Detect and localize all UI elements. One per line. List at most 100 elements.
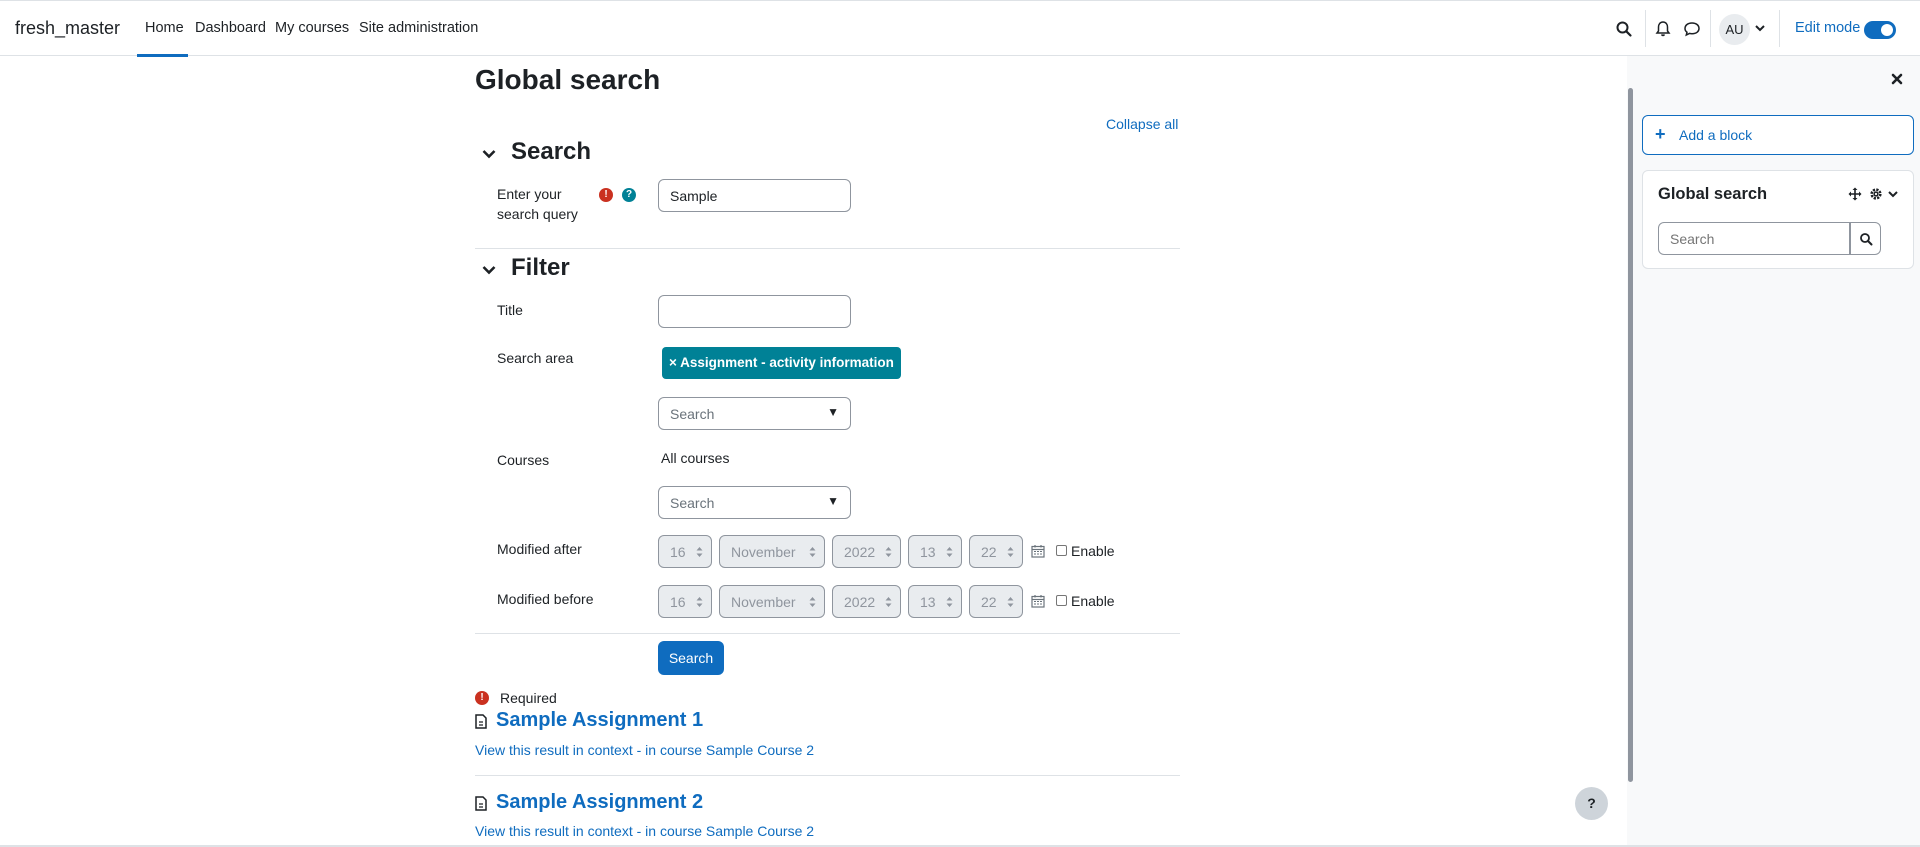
calendar-icon[interactable] xyxy=(1031,544,1045,558)
updown-icon xyxy=(1007,547,1014,557)
modified-before-label: Modified before xyxy=(497,591,594,607)
nav-active-indicator xyxy=(137,54,188,57)
search-icon[interactable] xyxy=(1614,19,1634,39)
result-meta: View this result in context - in course … xyxy=(475,742,814,758)
search-section-title: Search xyxy=(511,138,592,165)
hour-value: 13 xyxy=(920,544,936,560)
help-button[interactable]: ? xyxy=(1575,787,1608,820)
modified-after-minute[interactable]: 22 xyxy=(969,535,1023,568)
search-query-label: Enter your search query xyxy=(497,186,578,222)
enable-label: Enable xyxy=(1071,543,1115,559)
site-brand[interactable]: fresh_master xyxy=(15,18,120,39)
search-area-select[interactable]: Search ▼ xyxy=(658,397,851,430)
required-icon: ! xyxy=(475,691,489,705)
search-query-input[interactable] xyxy=(658,179,851,212)
search-area-placeholder: Search xyxy=(670,406,715,422)
nav-site-administration[interactable]: Site administration xyxy=(359,20,478,36)
global-search-block: Global search xyxy=(1642,170,1914,269)
block-title: Global search xyxy=(1658,185,1768,203)
enable-checkbox[interactable] xyxy=(1056,545,1067,556)
updown-icon xyxy=(1007,597,1014,607)
calendar-icon[interactable] xyxy=(1031,594,1045,608)
separator: - xyxy=(632,823,646,839)
divider xyxy=(475,248,1180,249)
user-avatar[interactable]: AU xyxy=(1719,14,1750,45)
page-title: Global search xyxy=(475,64,661,95)
courses-select[interactable]: Search ▼ xyxy=(658,486,851,519)
document-icon xyxy=(475,796,487,811)
top-navbar: fresh_master Home Dashboard My courses S… xyxy=(0,0,1920,57)
collapse-all-link[interactable]: Collapse all xyxy=(1106,116,1178,132)
plus-icon: + xyxy=(1655,124,1666,144)
result-title[interactable]: Sample Assignment 1 xyxy=(496,709,703,732)
search-area-label: Search area xyxy=(497,350,574,366)
year-value: 2022 xyxy=(844,544,876,560)
title-filter-label: Title xyxy=(497,302,523,318)
updown-icon xyxy=(696,547,703,557)
scrollbar[interactable] xyxy=(1628,88,1633,782)
search-submit-button[interactable]: Search xyxy=(658,641,724,675)
search-icon xyxy=(1860,233,1873,246)
dropdown-arrow-icon: ▼ xyxy=(827,405,839,419)
courses-value: All courses xyxy=(661,450,730,466)
chat-icon[interactable] xyxy=(1682,19,1702,39)
bell-icon[interactable] xyxy=(1653,19,1673,39)
minute-value: 22 xyxy=(981,594,997,610)
gear-icon[interactable] xyxy=(1869,187,1883,201)
chevron-down-icon[interactable] xyxy=(1888,189,1898,199)
close-icon[interactable] xyxy=(1890,72,1904,86)
enable-checkbox[interactable] xyxy=(1056,595,1067,606)
course-link[interactable]: in course Sample Course 2 xyxy=(645,823,814,839)
modified-before-hour[interactable]: 13 xyxy=(908,585,962,618)
nav-divider xyxy=(1645,10,1646,47)
edit-mode-label: Edit mode xyxy=(1795,20,1861,36)
updown-icon xyxy=(885,547,892,557)
chevron-down-icon[interactable] xyxy=(1755,23,1765,33)
updown-icon xyxy=(809,597,816,607)
filter-section-title: Filter xyxy=(511,254,570,281)
search-area-tag[interactable]: × Assignment - activity information xyxy=(662,347,901,379)
modified-after-day[interactable]: 16 xyxy=(658,535,712,568)
nav-divider xyxy=(1710,10,1711,47)
result-title[interactable]: Sample Assignment 2 xyxy=(496,791,703,814)
block-search-input[interactable] xyxy=(1658,222,1850,255)
separator: - xyxy=(632,742,646,758)
modified-before-month[interactable]: November xyxy=(719,585,825,618)
nav-home[interactable]: Home xyxy=(145,20,184,36)
modified-after-label: Modified after xyxy=(497,541,582,557)
required-icon: ! xyxy=(599,188,613,202)
course-link[interactable]: in course Sample Course 2 xyxy=(645,742,814,758)
year-value: 2022 xyxy=(844,594,876,610)
updown-icon xyxy=(946,597,953,607)
edit-mode-toggle[interactable] xyxy=(1864,21,1896,39)
nav-my-courses[interactable]: My courses xyxy=(275,20,349,36)
updown-icon xyxy=(809,547,816,557)
modified-before-year[interactable]: 2022 xyxy=(832,585,901,618)
title-filter-input[interactable] xyxy=(658,295,851,328)
document-icon xyxy=(475,714,487,729)
view-in-context-link[interactable]: View this result in context xyxy=(475,742,633,758)
modified-after-year[interactable]: 2022 xyxy=(832,535,901,568)
updown-icon xyxy=(885,597,892,607)
month-value: November xyxy=(731,544,796,560)
divider xyxy=(475,633,1180,634)
month-value: November xyxy=(731,594,796,610)
chevron-down-icon[interactable] xyxy=(481,262,497,278)
courses-label: Courses xyxy=(497,452,550,468)
nav-divider xyxy=(1779,10,1780,47)
modified-after-month[interactable]: November xyxy=(719,535,825,568)
result-meta: View this result in context - in course … xyxy=(475,823,814,839)
modified-before-day[interactable]: 16 xyxy=(658,585,712,618)
modified-before-minute[interactable]: 22 xyxy=(969,585,1023,618)
divider xyxy=(475,775,1180,776)
add-block-button[interactable]: + Add a block xyxy=(1642,115,1914,155)
move-icon[interactable] xyxy=(1848,187,1862,201)
chevron-down-icon[interactable] xyxy=(481,146,497,162)
dropdown-arrow-icon: ▼ xyxy=(827,494,839,508)
nav-dashboard[interactable]: Dashboard xyxy=(195,20,266,36)
view-in-context-link[interactable]: View this result in context xyxy=(475,823,633,839)
block-search-button[interactable] xyxy=(1850,222,1881,255)
modified-after-hour[interactable]: 13 xyxy=(908,535,962,568)
help-icon[interactable]: ? xyxy=(622,188,636,202)
updown-icon xyxy=(696,597,703,607)
